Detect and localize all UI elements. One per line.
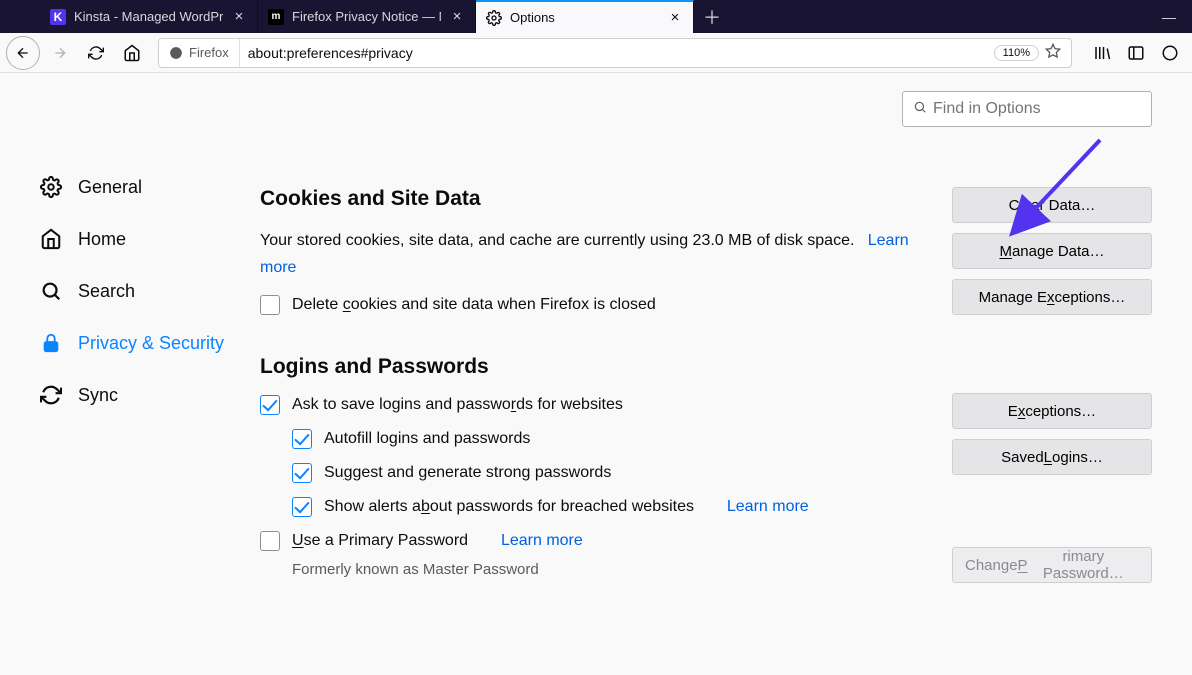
change-primary-password-button: Change Primary Password… — [952, 547, 1152, 583]
learn-more-link[interactable]: Learn more — [727, 498, 809, 516]
search-icon — [40, 280, 64, 302]
alerts-checkbox[interactable] — [292, 497, 312, 517]
ask-save-checkbox[interactable] — [260, 395, 280, 415]
sidebar-item-label: Privacy & Security — [78, 333, 224, 354]
sidebar-item-sync[interactable]: Sync — [40, 369, 260, 421]
autofill-checkbox[interactable] — [292, 429, 312, 449]
home-icon — [40, 228, 64, 250]
category-sidebar: General Home Search Privacy & Security S… — [0, 73, 260, 675]
tab-title: Options — [510, 10, 659, 25]
reload-button[interactable] — [80, 37, 112, 69]
sidebar-item-search[interactable]: Search — [40, 265, 260, 317]
sidebar-item-home[interactable]: Home — [40, 213, 260, 265]
sidebar-item-general[interactable]: General — [40, 161, 260, 213]
tab-options[interactable]: Options × — [476, 0, 694, 33]
urlbar[interactable]: Firefox about:preferences#privacy 110% — [158, 38, 1072, 68]
kinsta-favicon-icon: K — [50, 9, 66, 25]
tab-title: Firefox Privacy Notice — Mozil — [292, 9, 441, 24]
formerly-note: Formerly known as Master Password — [292, 561, 932, 578]
tab-title: Kinsta - Managed WordPress H — [74, 9, 223, 24]
forward-button[interactable] — [44, 37, 76, 69]
account-button[interactable] — [1154, 37, 1186, 69]
login-exceptions-button[interactable]: Exceptions… — [952, 393, 1152, 429]
sidebar-item-privacy[interactable]: Privacy & Security — [40, 317, 260, 369]
delete-on-close-checkbox[interactable] — [260, 295, 280, 315]
tab-mozilla[interactable]: m Firefox Privacy Notice — Mozil × — [258, 0, 476, 33]
zoom-badge[interactable]: 110% — [994, 45, 1039, 61]
delete-on-close-label: Delete cookies and site data when Firefo… — [292, 296, 656, 314]
firefox-logo-icon — [169, 46, 183, 60]
primary-password-label: Use a Primary Password — [292, 532, 468, 550]
autofill-label: Autofill logins and passwords — [324, 430, 530, 448]
sidebar-item-label: Home — [78, 229, 126, 250]
primary-password-checkbox[interactable] — [260, 531, 280, 551]
home-button[interactable] — [116, 37, 148, 69]
identity-label: Firefox — [189, 45, 229, 60]
url-text: about:preferences#privacy — [240, 45, 994, 61]
clear-data-button[interactable]: Clear Data… — [952, 187, 1152, 223]
titlebar: K Kinsta - Managed WordPress H × m Firef… — [0, 0, 1192, 33]
section-heading: Cookies and Site Data — [260, 187, 932, 211]
gear-icon — [486, 10, 502, 26]
sidebar-item-label: Search — [78, 281, 135, 302]
close-icon[interactable]: × — [449, 9, 465, 25]
close-icon[interactable]: × — [231, 9, 247, 25]
section-heading: Logins and Passwords — [260, 355, 932, 379]
saved-logins-button[interactable]: Saved Logins… — [952, 439, 1152, 475]
sidebar-item-label: General — [78, 177, 142, 198]
manage-exceptions-button[interactable]: Manage Exceptions… — [952, 279, 1152, 315]
navbar: Firefox about:preferences#privacy 110% — [0, 33, 1192, 73]
bookmark-star-icon[interactable] — [1045, 43, 1071, 63]
library-button[interactable] — [1086, 37, 1118, 69]
logins-section: Logins and Passwords Ask to save logins … — [260, 355, 1152, 583]
sidebar-toggle-button[interactable] — [1120, 37, 1152, 69]
suggest-checkbox[interactable] — [292, 463, 312, 483]
tab-kinsta[interactable]: K Kinsta - Managed WordPress H × — [40, 0, 258, 33]
identity-box[interactable]: Firefox — [159, 39, 240, 67]
sync-icon — [40, 384, 64, 406]
ask-save-label: Ask to save logins and passwords for web… — [292, 396, 623, 414]
lock-icon — [40, 332, 64, 354]
sidebar-item-label: Sync — [78, 385, 118, 406]
gear-icon — [40, 176, 64, 198]
preferences-page: General Home Search Privacy & Security S… — [0, 73, 1192, 675]
new-tab-button[interactable]: ＋ — [694, 0, 730, 33]
mozilla-favicon-icon: m — [268, 9, 284, 25]
suggest-label: Suggest and generate strong passwords — [324, 464, 611, 482]
main-pane: Cookies and Site Data Your stored cookie… — [260, 73, 1192, 675]
manage-data-button[interactable]: Manage Data… — [952, 233, 1152, 269]
close-icon[interactable]: × — [667, 10, 683, 26]
cookies-description: Your stored cookies, site data, and cach… — [260, 227, 932, 281]
alerts-label: Show alerts about passwords for breached… — [324, 498, 694, 516]
search-icon — [913, 100, 927, 118]
back-button[interactable] — [6, 36, 40, 70]
cookies-section: Cookies and Site Data Your stored cookie… — [260, 187, 1152, 315]
search-input[interactable] — [933, 100, 1141, 118]
learn-more-link[interactable]: Learn more — [501, 532, 583, 550]
minimize-button[interactable]: — — [1146, 0, 1192, 33]
find-in-options[interactable] — [902, 91, 1152, 127]
